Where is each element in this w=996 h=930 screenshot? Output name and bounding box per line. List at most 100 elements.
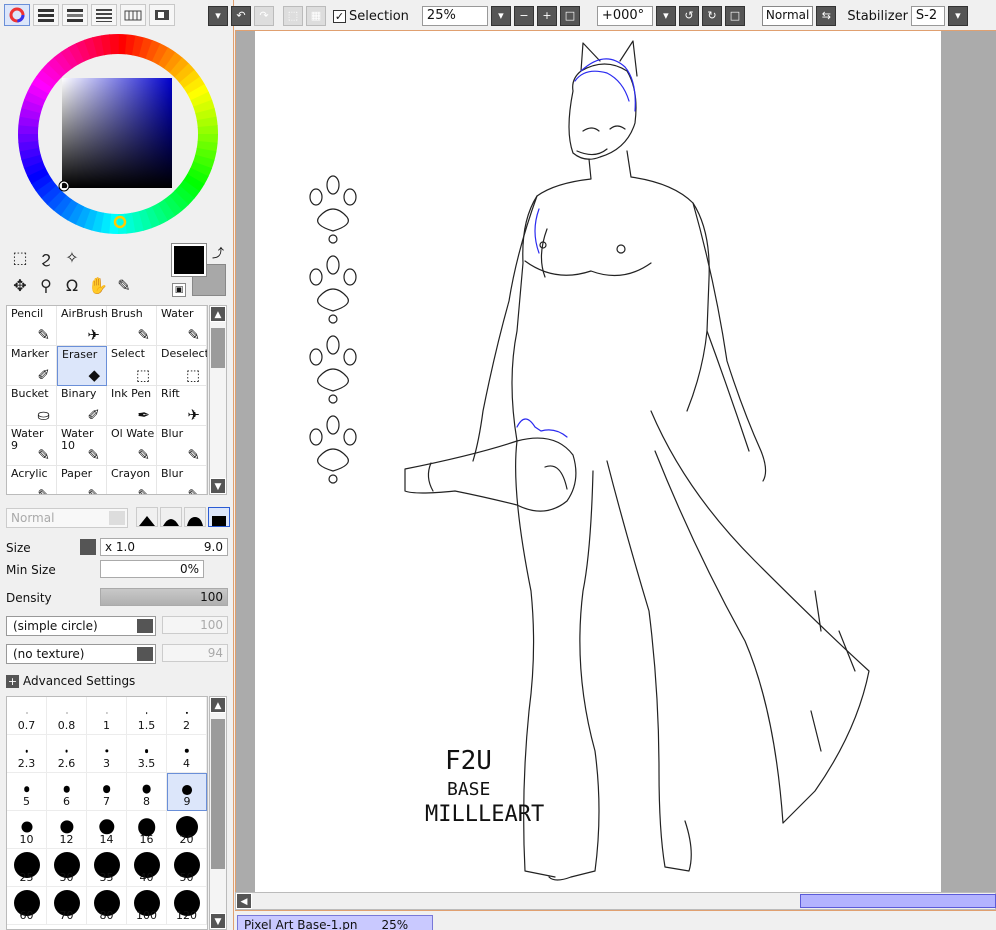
brush-size-5[interactable]: 5	[7, 773, 47, 811]
brush-tool-acrylic[interactable]: Acrylic ✎	[7, 466, 57, 494]
scroll-thumb[interactable]	[211, 719, 225, 869]
swap-colors-icon[interactable]: ⤴	[212, 244, 224, 261]
brush-tool-eraser[interactable]: Eraser ◆	[57, 346, 107, 386]
brush-tool-ol-wate[interactable]: Ol Wate ✎	[107, 426, 157, 466]
zoom-out-icon[interactable]: −	[513, 6, 534, 26]
hsv-slider-tab-icon[interactable]	[62, 4, 88, 26]
brush-size-7[interactable]: 7	[87, 773, 127, 811]
size-multiplier-dropdown-icon[interactable]	[80, 539, 96, 555]
scroll-down-icon[interactable]: ▼	[210, 913, 226, 929]
brush-shape-select[interactable]: (simple circle)	[6, 616, 156, 636]
scroll-up-icon[interactable]: ▲	[210, 306, 226, 322]
brush-tool-select[interactable]: Select ⬚	[107, 346, 157, 386]
lasso-icon[interactable]: ϩ	[34, 244, 58, 270]
brush-tool-bucket[interactable]: Bucket ⛀	[7, 386, 57, 426]
intermediate-color-tab-icon[interactable]	[91, 4, 117, 26]
brush-size-70[interactable]: 70	[47, 887, 87, 925]
scroll-left-icon[interactable]: ◀	[236, 893, 252, 909]
stabilizer-dropdown-icon[interactable]: ▾	[947, 6, 968, 26]
brush-size-120[interactable]: 120	[167, 887, 207, 925]
brush-tool-water-9[interactable]: Water 9 ✎	[7, 426, 57, 466]
brush-blend-mode-select[interactable]: Normal	[6, 508, 128, 528]
rotation-field[interactable]: +000°	[596, 6, 653, 26]
rgb-slider-tab-icon[interactable]	[33, 4, 59, 26]
document-tab[interactable]: Pixel Art Base-1.pn 25%	[237, 915, 433, 930]
brush-size-10[interactable]: 10	[7, 811, 47, 849]
brush-size-2-3[interactable]: 2.3	[7, 735, 47, 773]
edge-shape-soft-icon[interactable]	[184, 507, 206, 527]
reset-colors-icon[interactable]: ▣	[172, 283, 186, 297]
move-icon[interactable]: ✥	[8, 272, 32, 298]
brush-size-4[interactable]: 4	[167, 735, 207, 773]
brush-tool-blur[interactable]: Blur ✎	[157, 466, 207, 494]
redo-icon[interactable]: ↷	[254, 6, 274, 26]
brush-size-100[interactable]: 100	[127, 887, 167, 925]
scroll-thumb[interactable]	[211, 328, 225, 368]
brush-size-60[interactable]: 60	[7, 887, 47, 925]
zoom-reset-icon[interactable]: □	[559, 6, 580, 26]
zoom-icon[interactable]: ⚲	[34, 272, 58, 298]
selection-checkbox[interactable]: ✓ Selection	[333, 9, 409, 24]
zoom-field[interactable]: 25%	[421, 6, 488, 26]
brush-grid-scrollbar[interactable]: ▲ ▼	[209, 305, 227, 495]
brush-size-0-8[interactable]: 0.8	[47, 697, 87, 735]
eyedropper-icon[interactable]: ✎	[112, 272, 136, 298]
menu-dropdown-icon[interactable]: ▾	[208, 6, 228, 26]
scratchpad-tab-icon[interactable]	[149, 4, 175, 26]
brush-tool-pencil[interactable]: Pencil ✎	[7, 306, 57, 346]
brush-size-14[interactable]: 14	[87, 811, 127, 849]
edge-shape-sharp-icon[interactable]	[136, 507, 158, 527]
brush-size-0-7[interactable]: 0.7	[7, 697, 47, 735]
rotate-reset-icon[interactable]: □	[724, 6, 745, 26]
brush-size-1-5[interactable]: 1.5	[127, 697, 167, 735]
brush-tool-paper[interactable]: Paper ✎	[57, 466, 107, 494]
density-slider[interactable]: 100	[100, 588, 228, 606]
brush-size-12[interactable]: 12	[47, 811, 87, 849]
primary-color-swatch[interactable]	[171, 243, 207, 277]
brush-texture-select[interactable]: (no texture)	[6, 644, 156, 664]
edge-shape-round-icon[interactable]	[160, 507, 182, 527]
brush-size-50[interactable]: 50	[167, 849, 207, 887]
rect-select-icon[interactable]: ⬚	[8, 244, 32, 270]
brush-tool-blur[interactable]: Blur ✎	[157, 426, 207, 466]
canvas-paper[interactable]: F2U BASE MILLLEART	[255, 31, 941, 893]
brush-tool-marker[interactable]: Marker ✐	[7, 346, 57, 386]
brush-tool-airbrush[interactable]: AirBrush ✈	[57, 306, 108, 346]
advanced-settings-toggle[interactable]: + Advanced Settings	[6, 674, 135, 688]
brush-size-40[interactable]: 40	[127, 849, 167, 887]
invert-selection-icon[interactable]: ▦	[306, 6, 326, 26]
swatches-tab-icon[interactable]	[120, 4, 146, 26]
deselect-icon[interactable]: ⬚	[283, 6, 303, 26]
color-wheel-tab-icon[interactable]	[4, 4, 30, 26]
rotation-dropdown-icon[interactable]: ▾	[655, 6, 676, 26]
brush-tool-ink-pen[interactable]: Ink Pen ✒	[107, 386, 157, 426]
edge-shape-flat-icon[interactable]	[208, 507, 230, 527]
canvas-viewport[interactable]: F2U BASE MILLLEART	[235, 30, 996, 893]
brush-size-35[interactable]: 35	[87, 849, 127, 887]
scroll-up-icon[interactable]: ▲	[210, 697, 226, 713]
brush-tool-crayon[interactable]: Crayon ✎	[107, 466, 157, 494]
brush-size-6[interactable]: 6	[47, 773, 87, 811]
flip-horizontal-icon[interactable]: ⇆	[816, 6, 837, 26]
hand-icon[interactable]: ✋	[86, 272, 110, 298]
brush-size-80[interactable]: 80	[87, 887, 127, 925]
rotate-icon[interactable]: Ω	[60, 272, 84, 298]
zoom-in-icon[interactable]: +	[536, 6, 557, 26]
scroll-thumb[interactable]	[800, 894, 996, 908]
brush-size-8[interactable]: 8	[127, 773, 167, 811]
rotate-left-icon[interactable]: ↺	[678, 6, 699, 26]
brush-tool-brush[interactable]: Brush ✎	[107, 306, 157, 346]
undo-icon[interactable]: ↶	[231, 6, 251, 26]
stabilizer-field[interactable]: S-2	[910, 6, 945, 26]
brush-tool-deselect[interactable]: Deselect ⬚	[157, 346, 207, 386]
canvas-horizontal-scrollbar[interactable]: ◀	[235, 892, 996, 910]
min-size-slider[interactable]: 0%	[100, 560, 204, 578]
brush-size-20[interactable]: 20	[167, 811, 207, 849]
brush-size-2-6[interactable]: 2.6	[47, 735, 87, 773]
brush-size-30[interactable]: 30	[47, 849, 87, 887]
color-wheel[interactable]	[14, 30, 222, 238]
brush-size-9[interactable]: 9	[167, 773, 207, 811]
scroll-down-icon[interactable]: ▼	[210, 478, 226, 494]
brush-size-25[interactable]: 25	[7, 849, 47, 887]
brush-size-2[interactable]: 2	[167, 697, 207, 735]
